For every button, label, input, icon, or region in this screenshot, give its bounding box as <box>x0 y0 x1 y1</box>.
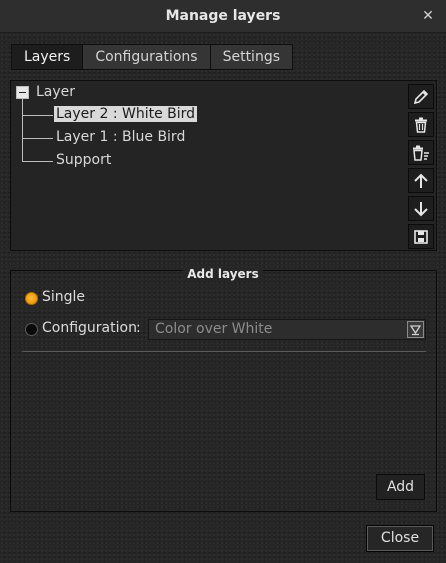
trash-icon <box>415 117 427 133</box>
collapse-toggle-icon[interactable] <box>16 86 29 99</box>
tab-bar: Layers Configurations Settings <box>11 44 293 70</box>
close-button[interactable]: Close <box>366 525 434 552</box>
window-close-icon[interactable]: ✕ <box>418 6 438 26</box>
title-bar: Manage layers ✕ <box>0 0 446 33</box>
tree-connector <box>22 99 23 162</box>
tree-root-layer[interactable]: Layer <box>36 84 75 100</box>
tab-settings[interactable]: Settings <box>209 44 293 70</box>
add-layers-group <box>10 270 437 512</box>
separator-line <box>22 351 426 352</box>
window-title: Manage layers <box>165 8 281 24</box>
add-layers-legend: Add layers <box>0 263 446 282</box>
tab-configurations[interactable]: Configurations <box>82 44 211 70</box>
dialog-body: Layers Configurations Settings Layer Lay… <box>0 33 446 563</box>
tree-connector <box>22 161 53 162</box>
move-layer-up-button[interactable] <box>408 168 434 193</box>
single-label: Single <box>42 289 86 305</box>
configuration-select[interactable]: Color over White <box>148 319 426 340</box>
tree-item-support[interactable]: Support <box>56 152 111 168</box>
layers-tree-panel: Layer Layer 2 : White Bird Layer 1 : Blu… <box>10 80 437 251</box>
move-layer-down-button[interactable] <box>408 196 434 221</box>
arrow-down-icon <box>414 201 428 216</box>
trash-list-icon <box>413 145 429 161</box>
configuration-radio[interactable] <box>25 323 38 336</box>
arrow-up-icon <box>414 173 428 188</box>
pencil-icon <box>413 89 429 104</box>
delete-all-layers-button[interactable] <box>408 140 434 165</box>
add-layers-title: Add layers <box>183 267 263 281</box>
delete-layer-button[interactable] <box>408 112 434 137</box>
add-button[interactable]: Add <box>376 474 425 500</box>
configuration-select-value: Color over White <box>155 321 273 337</box>
tree-item-layer-2[interactable]: Layer 2 : White Bird <box>54 106 198 122</box>
save-layers-button[interactable] <box>408 224 434 249</box>
tree-connector <box>22 138 53 139</box>
tab-layers[interactable]: Layers <box>11 44 84 70</box>
save-icon <box>414 229 428 244</box>
single-radio[interactable] <box>25 292 38 305</box>
tree-connector <box>22 115 53 116</box>
edit-layer-button[interactable] <box>408 84 434 109</box>
configuration-colon: : <box>136 320 141 336</box>
tree-item-layer-1[interactable]: Layer 1 : Blue Bird <box>56 129 185 145</box>
configuration-label: Configuration <box>42 320 137 336</box>
dropdown-arrow-icon[interactable] <box>407 321 424 338</box>
